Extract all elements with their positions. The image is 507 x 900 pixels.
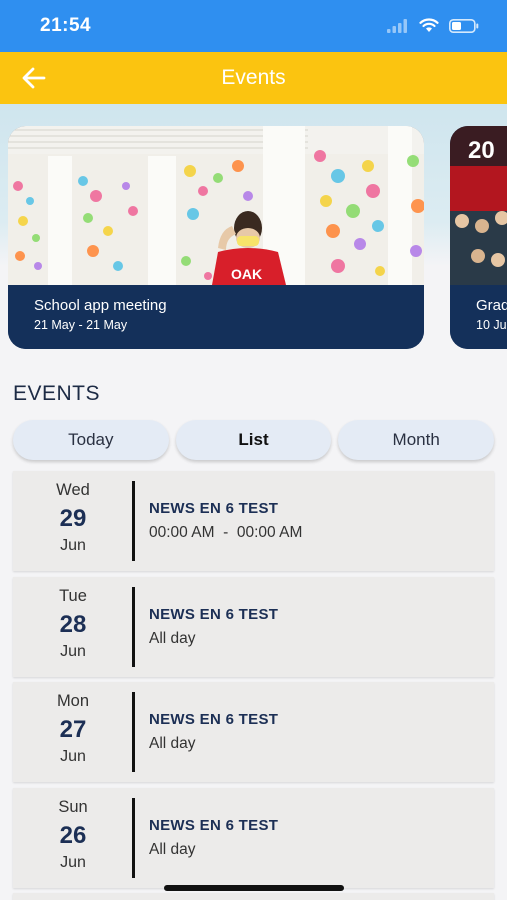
event-row[interactable] — [13, 893, 494, 900]
event-photo: OAK — [8, 126, 424, 285]
event-weekday: Wed — [56, 481, 90, 499]
event-date: Wed 29 Jun — [13, 471, 133, 571]
event-day: 27 — [59, 716, 87, 743]
featured-event-card[interactable]: 20 Grad 10 Ju — [450, 126, 507, 349]
event-row[interactable]: Tue 28 Jun NEWS EN 6 TEST All day — [13, 576, 494, 677]
tab-month[interactable]: Month — [338, 420, 495, 460]
status-time: 21:54 — [40, 15, 92, 36]
event-day: 28 — [59, 610, 87, 638]
event-time: All day — [149, 735, 196, 752]
event-row[interactable]: Mon 27 Jun NEWS EN 6 TEST All day — [13, 682, 494, 782]
event-time: All day — [149, 629, 196, 647]
status-bar: 21:54 — [0, 0, 507, 52]
event-time: 00:00 AM - 00:00 AM — [149, 524, 303, 541]
events-section-title: EVENTS — [13, 382, 101, 405]
page-title: Events — [221, 66, 286, 89]
featured-event-info: School app meeting 21 May - 21 May — [8, 285, 424, 349]
event-divider — [132, 797, 135, 878]
app-header: Events — [0, 52, 507, 104]
event-title: NEWS EN 6 TEST — [149, 711, 279, 728]
event-date: Sun 26 Jun — [13, 788, 133, 888]
event-row[interactable]: Wed 29 Jun NEWS EN 6 TEST 00:00 AM - 00:… — [13, 471, 494, 571]
tab-today[interactable]: Today — [13, 420, 169, 460]
featured-event-dates: 10 Ju — [476, 318, 507, 332]
tab-list[interactable]: List — [175, 420, 332, 460]
cellular-signal-icon — [387, 18, 407, 33]
event-photo: 20 — [450, 126, 507, 285]
event-divider — [132, 692, 135, 772]
event-date: Tue 28 Jun — [13, 577, 133, 677]
event-divider — [132, 481, 135, 561]
photo-year-text: 20 — [468, 137, 495, 164]
event-day: 29 — [59, 505, 87, 532]
event-row[interactable]: Sun 26 Jun NEWS EN 6 TEST All day — [13, 787, 494, 888]
event-title: NEWS EN 6 TEST — [149, 816, 279, 834]
status-icons — [387, 18, 479, 33]
event-month: Jun — [60, 537, 86, 554]
event-month: Jun — [60, 748, 86, 765]
home-indicator[interactable] — [164, 885, 344, 891]
wifi-icon — [419, 18, 439, 32]
event-divider — [132, 586, 135, 667]
event-weekday: Tue — [59, 586, 87, 605]
view-tabs: Today List Month — [13, 420, 495, 460]
event-list: Wed 29 Jun NEWS EN 6 TEST 00:00 AM - 00:… — [13, 471, 494, 900]
featured-event-dates: 21 May - 21 May — [34, 318, 128, 332]
event-month: Jun — [60, 642, 86, 660]
event-weekday: Mon — [56, 692, 90, 710]
event-month: Jun — [60, 853, 86, 871]
featured-event-info: Grad 10 Ju — [450, 285, 507, 349]
photo-shirt-text: OAK — [231, 266, 262, 282]
featured-events-carousel[interactable]: OAK School app meeting 21 May - 21 May 2… — [0, 104, 507, 366]
featured-event-title: Grad — [476, 297, 507, 314]
event-day: 26 — [59, 821, 87, 849]
event-date: Mon 27 Jun — [13, 682, 133, 782]
event-title: NEWS EN 6 TEST — [149, 500, 279, 517]
featured-event-card[interactable]: OAK School app meeting 21 May - 21 May — [8, 126, 424, 349]
battery-icon — [449, 18, 479, 33]
featured-event-title: School app meeting — [34, 297, 167, 314]
event-title: NEWS EN 6 TEST — [149, 605, 279, 623]
event-weekday: Sun — [58, 797, 88, 816]
event-time: All day — [149, 840, 196, 858]
